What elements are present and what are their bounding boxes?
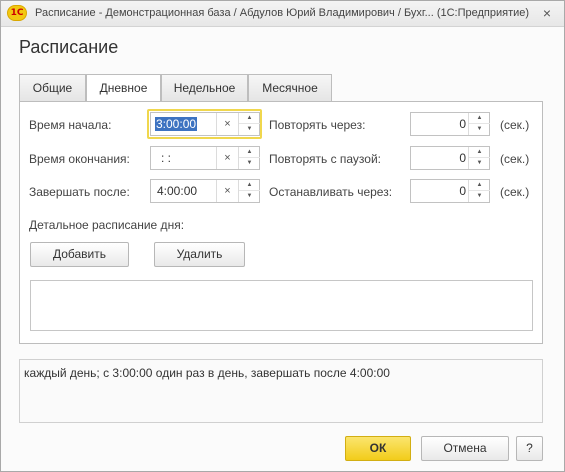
ok-button[interactable]: ОК [345, 436, 411, 461]
repeat-pause-label: Повторять с паузой: [269, 152, 382, 166]
schedule-summary: каждый день; с 3:00:00 один раз в день, … [19, 359, 543, 423]
stop-after-label: Останавливать через: [269, 185, 393, 199]
end-time-input[interactable]: : : [161, 147, 211, 169]
repeat-pause-field[interactable]: 0 ▲ ▼ [410, 146, 490, 170]
detail-schedule-list[interactable] [30, 280, 533, 331]
start-time-field[interactable]: 3:00:00 × ▲ ▼ [150, 112, 260, 136]
clear-icon[interactable]: × [216, 113, 238, 135]
stop-after-spinner[interactable]: ▲ ▼ [468, 180, 490, 202]
end-time-field[interactable]: : : × ▲ ▼ [150, 146, 260, 170]
chevron-up-icon[interactable]: ▲ [239, 147, 260, 158]
clear-icon[interactable]: × [216, 147, 238, 169]
chevron-down-icon[interactable]: ▼ [239, 191, 260, 202]
end-time-spinner[interactable]: ▲ ▼ [238, 147, 260, 169]
clear-icon[interactable]: × [216, 180, 238, 202]
end-time-label: Время окончания: [29, 152, 130, 166]
chevron-down-icon[interactable]: ▼ [469, 191, 490, 202]
finish-after-field[interactable]: 4:00:00 × ▲ ▼ [150, 179, 260, 203]
repeat-every-unit: (сек.) [500, 118, 530, 132]
delete-button[interactable]: Удалить [154, 242, 245, 267]
chevron-down-icon[interactable]: ▼ [239, 124, 260, 135]
finish-after-input[interactable]: 4:00:00 [157, 180, 215, 202]
close-icon[interactable]: × [538, 4, 556, 22]
add-button[interactable]: Добавить [30, 242, 129, 267]
finish-after-label: Завершать после: [29, 185, 130, 199]
app-logo-icon: 1С [7, 5, 27, 21]
tab-monthly[interactable]: Месячное [248, 74, 332, 102]
schedule-window: 1С Расписание - Демонстрационная база / … [0, 0, 565, 472]
form-title: Расписание [19, 37, 119, 57]
repeat-every-spinner[interactable]: ▲ ▼ [468, 113, 490, 135]
start-time-spinner[interactable]: ▲ ▼ [238, 113, 260, 135]
repeat-pause-input[interactable]: 0 [411, 147, 466, 169]
chevron-up-icon[interactable]: ▲ [469, 113, 490, 124]
daily-panel: Время начала: 3:00:00 × ▲ ▼ Время оконча… [19, 101, 543, 344]
repeat-pause-unit: (сек.) [500, 152, 530, 166]
tab-general[interactable]: Общие [19, 74, 86, 102]
stop-after-unit: (сек.) [500, 185, 530, 199]
tab-weekly[interactable]: Недельное [161, 74, 248, 102]
repeat-pause-spinner[interactable]: ▲ ▼ [468, 147, 490, 169]
repeat-every-field[interactable]: 0 ▲ ▼ [410, 112, 490, 136]
help-button[interactable]: ? [516, 436, 543, 461]
chevron-up-icon[interactable]: ▲ [469, 147, 490, 158]
repeat-every-input[interactable]: 0 [411, 113, 466, 135]
stop-after-input[interactable]: 0 [411, 180, 466, 202]
chevron-up-icon[interactable]: ▲ [469, 180, 490, 191]
finish-after-spinner[interactable]: ▲ ▼ [238, 180, 260, 202]
detail-schedule-label: Детальное расписание дня: [29, 218, 185, 232]
start-time-input[interactable]: 3:00:00 [155, 117, 198, 131]
chevron-down-icon[interactable]: ▼ [239, 158, 260, 169]
window-title: Расписание - Демонстрационная база / Абд… [35, 7, 530, 19]
repeat-every-label: Повторять через: [269, 118, 366, 132]
chevron-down-icon[interactable]: ▼ [469, 158, 490, 169]
start-time-label: Время начала: [29, 118, 112, 132]
title-bar: 1С Расписание - Демонстрационная база / … [1, 1, 564, 27]
tab-daily[interactable]: Дневное [86, 74, 161, 103]
chevron-up-icon[interactable]: ▲ [239, 113, 260, 124]
cancel-button[interactable]: Отмена [421, 436, 509, 461]
stop-after-field[interactable]: 0 ▲ ▼ [410, 179, 490, 203]
chevron-down-icon[interactable]: ▼ [469, 124, 490, 135]
chevron-up-icon[interactable]: ▲ [239, 180, 260, 191]
